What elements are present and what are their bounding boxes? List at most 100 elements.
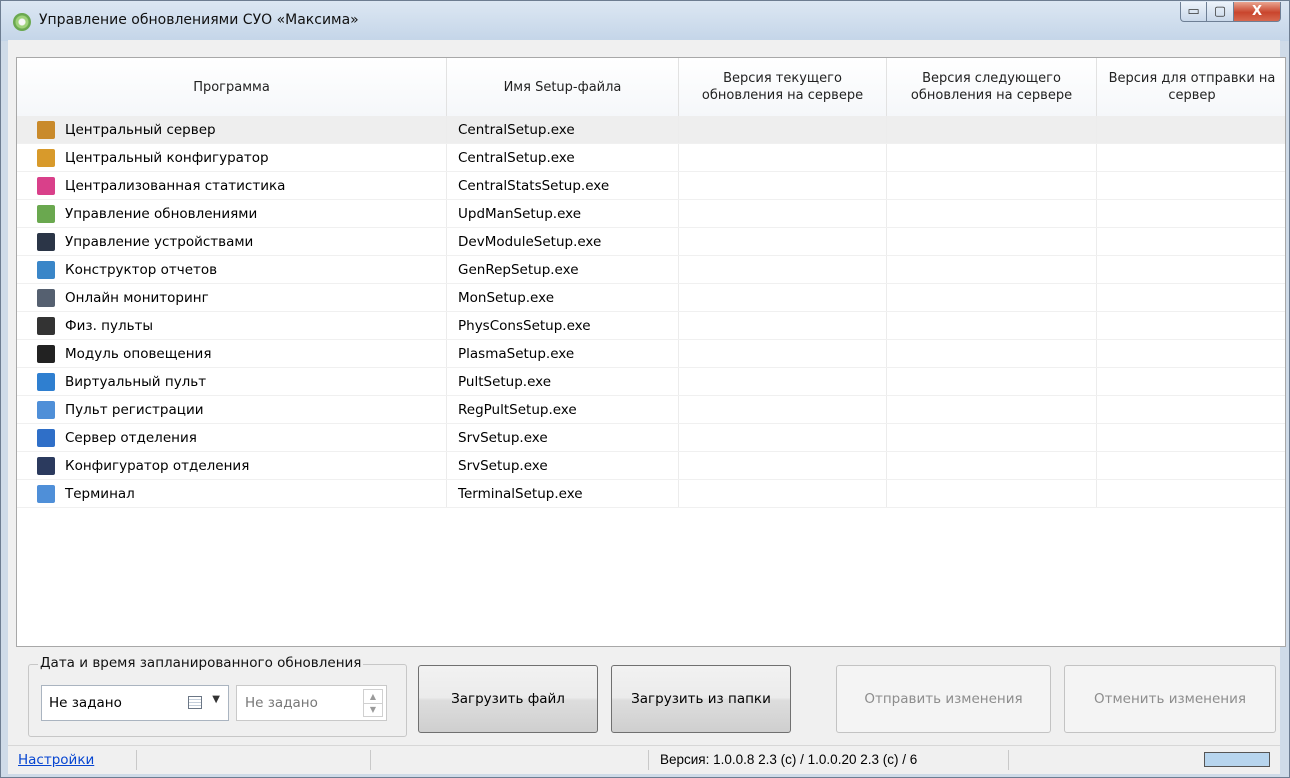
- table-row[interactable]: Терминал TerminalSetup.exe: [17, 480, 1285, 508]
- setup-file-cell: RegPultSetup.exe: [447, 396, 679, 423]
- program-cell: Конфигуратор отделения: [17, 452, 447, 479]
- status-separator: [1008, 750, 1009, 770]
- title-bar[interactable]: Управление обновлениями СУО «Максима» ▭ …: [1, 1, 1289, 41]
- table-row[interactable]: Центральный сервер CentralSetup.exe: [17, 116, 1285, 144]
- setup-file-cell: UpdManSetup.exe: [447, 200, 679, 227]
- branch-server-icon: [37, 428, 55, 447]
- program-name: Терминал: [65, 485, 135, 502]
- send-version-cell: [1097, 368, 1285, 395]
- next-version-cell: [887, 256, 1097, 283]
- window-title: Управление обновлениями СУО «Максима»: [39, 12, 359, 28]
- spin-down-icon[interactable]: ▼: [364, 704, 382, 717]
- table-row[interactable]: Управление обновлениями UpdManSetup.exe: [17, 200, 1285, 228]
- next-version-cell: [887, 424, 1097, 451]
- next-version-cell: [887, 312, 1097, 339]
- current-version-cell: [679, 284, 887, 311]
- program-cell: Управление обновлениями: [17, 200, 447, 227]
- program-cell: Модуль оповещения: [17, 340, 447, 367]
- report-builder-icon: [37, 260, 55, 279]
- maximize-icon: ▢: [1213, 4, 1227, 19]
- date-picker[interactable]: Не задано ▼: [41, 685, 229, 721]
- send-version-cell: [1097, 452, 1285, 479]
- calculator-icon: [37, 316, 55, 335]
- program-name: Онлайн мониторинг: [65, 289, 209, 306]
- terminal-icon: [37, 484, 55, 503]
- column-header-send-version[interactable]: Версия для отправки на сервер: [1097, 58, 1285, 116]
- next-version-cell: [887, 172, 1097, 199]
- current-version-cell: [679, 256, 887, 283]
- send-version-cell: [1097, 480, 1285, 507]
- next-version-cell: [887, 340, 1097, 367]
- send-version-cell: [1097, 312, 1285, 339]
- statistics-icon: [37, 176, 55, 195]
- table-row[interactable]: Пульт регистрации RegPultSetup.exe: [17, 396, 1285, 424]
- next-version-cell: [887, 480, 1097, 507]
- upload-folder-button[interactable]: Загрузить из папки: [611, 665, 791, 733]
- setup-file-cell: PhysConsSetup.exe: [447, 312, 679, 339]
- maximize-button[interactable]: ▢: [1207, 2, 1234, 22]
- spin-up-icon[interactable]: ▲: [364, 690, 382, 704]
- table-row[interactable]: Управление устройствами DevModuleSetup.ex…: [17, 228, 1285, 256]
- current-version-cell: [679, 228, 887, 255]
- current-version-cell: [679, 340, 887, 367]
- virtual-console-icon: [37, 372, 55, 391]
- cancel-changes-button[interactable]: Отменить изменения: [1064, 665, 1276, 733]
- status-separator: [648, 750, 649, 770]
- table-row[interactable]: Онлайн мониторинг MonSetup.exe: [17, 284, 1285, 312]
- calendar-icon: [188, 696, 202, 709]
- table-row[interactable]: Централизованная статистика CentralStatsS…: [17, 172, 1285, 200]
- current-version-cell: [679, 144, 887, 171]
- table-row[interactable]: Сервер отделения SrvSetup.exe: [17, 424, 1285, 452]
- table-row[interactable]: Центральный конфигуратор CentralSetup.exe: [17, 144, 1285, 172]
- close-button[interactable]: X: [1234, 2, 1281, 22]
- status-progress-bar: [1204, 752, 1270, 767]
- program-cell: Центральный сервер: [17, 116, 447, 143]
- send-version-cell: [1097, 340, 1285, 367]
- central-server-icon: [37, 120, 55, 139]
- settings-link[interactable]: Настройки: [18, 752, 94, 768]
- program-name: Сервер отделения: [65, 429, 197, 446]
- setup-file-cell: SrvSetup.exe: [447, 424, 679, 451]
- send-version-cell: [1097, 396, 1285, 423]
- status-separator: [370, 750, 371, 770]
- program-name: Виртуальный пульт: [65, 373, 207, 390]
- table-row[interactable]: Модуль оповещения PlasmaSetup.exe: [17, 340, 1285, 368]
- send-changes-button[interactable]: Отправить изменения: [836, 665, 1051, 733]
- setup-file-cell: DevModuleSetup.exe: [447, 228, 679, 255]
- column-header-current-version[interactable]: Версия текущего обновления на сервере: [679, 58, 887, 116]
- upload-file-button[interactable]: Загрузить файл: [418, 665, 598, 733]
- table-header: Программа Имя Setup-файла Версия текущег…: [17, 58, 1285, 117]
- send-version-cell: [1097, 144, 1285, 171]
- current-version-cell: [679, 424, 887, 451]
- monitoring-icon: [37, 288, 55, 307]
- table-row[interactable]: Конструктор отчетов GenRepSetup.exe: [17, 256, 1285, 284]
- program-cell: Физ. пульты: [17, 312, 447, 339]
- program-cell: Пульт регистрации: [17, 396, 447, 423]
- time-picker[interactable]: Не задано ▲ ▼: [236, 685, 387, 721]
- minimize-button[interactable]: ▭: [1180, 2, 1207, 22]
- time-value: Не задано: [245, 695, 318, 711]
- table-row[interactable]: Виртуальный пульт PultSetup.exe: [17, 368, 1285, 396]
- programs-table[interactable]: Программа Имя Setup-файла Версия текущег…: [16, 57, 1286, 647]
- send-version-cell: [1097, 284, 1285, 311]
- current-version-cell: [679, 172, 887, 199]
- current-version-cell: [679, 452, 887, 479]
- setup-file-cell: GenRepSetup.exe: [447, 256, 679, 283]
- column-header-next-version[interactable]: Версия следующего обновления на сервере: [887, 58, 1097, 116]
- setup-file-cell: CentralSetup.exe: [447, 116, 679, 143]
- version-text: Версия: 1.0.0.8 2.3 (c) / 1.0.0.20 2.3 (…: [660, 752, 918, 767]
- column-header-setup-file[interactable]: Имя Setup-файла: [447, 58, 679, 116]
- send-version-cell: [1097, 256, 1285, 283]
- branch-configurator-icon: [37, 456, 55, 475]
- device-manager-icon: [37, 232, 55, 251]
- minimize-icon: ▭: [1187, 4, 1200, 19]
- window-controls: ▭ ▢ X: [1180, 2, 1281, 22]
- send-version-cell: [1097, 228, 1285, 255]
- table-row[interactable]: Физ. пульты PhysConsSetup.exe: [17, 312, 1285, 340]
- status-separator: [136, 750, 137, 770]
- update-manager-icon: [37, 204, 55, 223]
- column-header-program[interactable]: Программа: [17, 58, 447, 116]
- next-version-cell: [887, 144, 1097, 171]
- time-spinner[interactable]: ▲ ▼: [363, 689, 383, 717]
- table-row[interactable]: Конфигуратор отделения SrvSetup.exe: [17, 452, 1285, 480]
